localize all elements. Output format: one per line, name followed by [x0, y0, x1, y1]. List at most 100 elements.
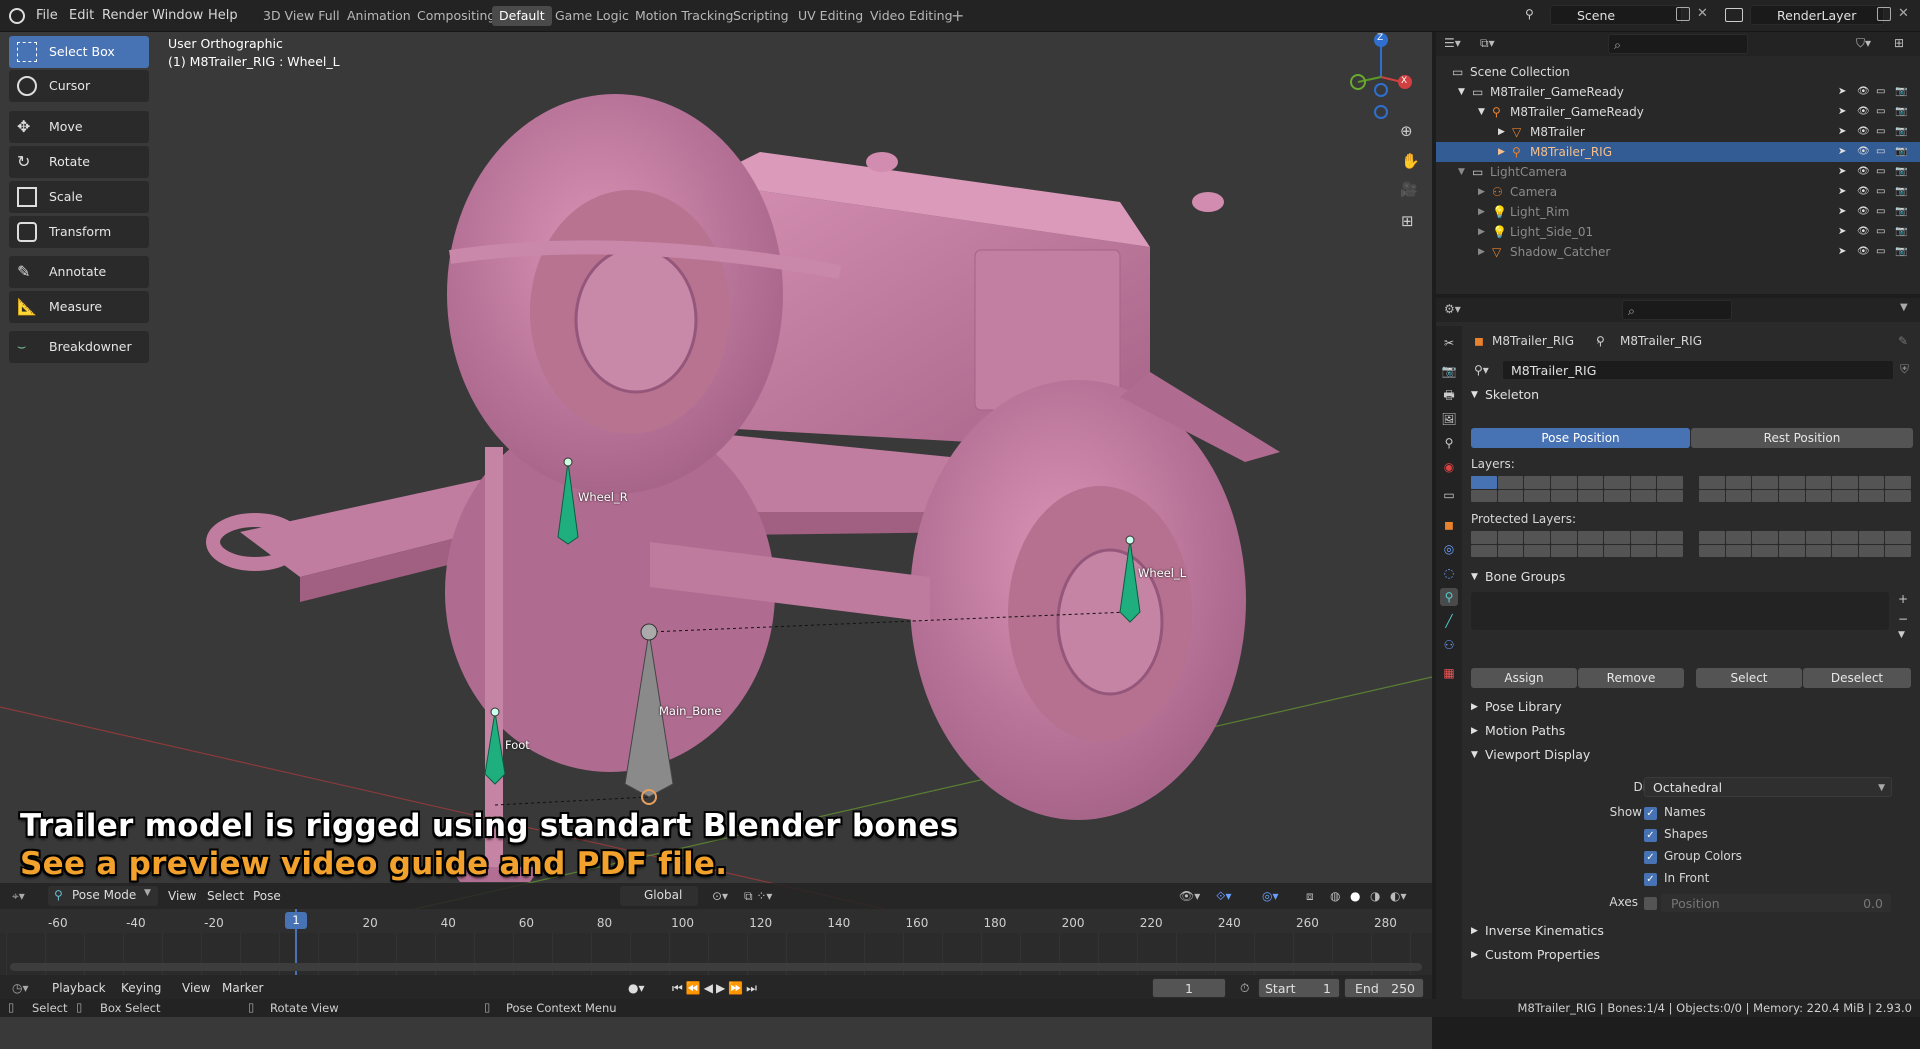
preview-range-icon[interactable]: ⏱	[1236, 978, 1253, 998]
view-layer-icon[interactable]	[1725, 8, 1743, 22]
selectable-icon[interactable]: ➤	[1838, 185, 1850, 198]
outliner-item-name[interactable]: LightCamera	[1490, 162, 1567, 182]
tab-video-editing[interactable]: Video Editing	[863, 6, 960, 26]
tool-measure[interactable]: 📐 Measure	[9, 291, 149, 323]
render-icon[interactable]: 📷	[1895, 105, 1907, 118]
bone-groups-panel-header[interactable]: ▼ Bone Groups	[1467, 566, 1913, 588]
scene-tab-icon[interactable]: ⚲	[1440, 434, 1458, 452]
output-tab-icon[interactable]: 🖶	[1440, 386, 1458, 404]
render-icon[interactable]: 📷	[1895, 165, 1907, 178]
playback-controls-icon[interactable]: ⏮⏪◀▶⏩⏭	[668, 978, 764, 998]
tab-3d-view-full[interactable]: 3D View Full	[256, 6, 347, 26]
group-colors-checkbox[interactable]: ✓	[1644, 851, 1657, 864]
playback-menu[interactable]: Playback	[48, 978, 110, 998]
select-button[interactable]: Select	[1696, 668, 1802, 688]
fake-user-shield-icon[interactable]: ⛨	[1900, 362, 1909, 377]
expand-arrow-icon[interactable]: ▼	[1458, 162, 1465, 182]
expand-arrow-icon[interactable]: ▶	[1498, 142, 1505, 162]
inverse-kinematics-panel-header[interactable]: ▶ Inverse Kinematics	[1467, 920, 1913, 942]
scene-field[interactable]: Scene	[1550, 5, 1682, 25]
eye-icon[interactable]: 👁	[1857, 225, 1870, 238]
pivot-icon[interactable]: ⊙▾	[708, 886, 732, 906]
render-icon[interactable]: 📷	[1895, 85, 1907, 98]
selectable-icon[interactable]: ➤	[1838, 205, 1850, 218]
tool-transform[interactable]: Transform	[9, 216, 149, 248]
record-icon[interactable]: ●▾	[624, 978, 649, 998]
render-icon[interactable]: 📷	[1895, 185, 1907, 198]
new-scene-icon[interactable]	[1676, 7, 1690, 21]
selectable-icon[interactable]: ➤	[1838, 125, 1850, 138]
view-layer-field[interactable]: RenderLayer	[1750, 5, 1884, 25]
xray-icon[interactable]: ⧈	[1302, 886, 1318, 906]
new-view-layer-icon[interactable]	[1877, 7, 1891, 21]
shading-solid-icon[interactable]: ●	[1346, 886, 1364, 906]
select-menu[interactable]: Select	[203, 886, 248, 906]
tab-compositing[interactable]: Compositing	[410, 6, 502, 26]
shapes-checkbox[interactable]: ✓	[1644, 829, 1657, 842]
remove-scene-icon[interactable]: ✕	[1697, 6, 1708, 21]
blender-logo-icon[interactable]	[9, 8, 25, 24]
eye-icon[interactable]: 👁	[1857, 125, 1870, 138]
expand-arrow-icon[interactable]: ▶	[1478, 202, 1485, 222]
timeline-view-menu[interactable]: View	[178, 978, 214, 998]
tool-rotate[interactable]: ↻ Rotate	[9, 146, 149, 178]
motion-paths-panel-header[interactable]: ▶ Motion Paths	[1467, 720, 1913, 742]
remove-bone-group-icon[interactable]: −	[1898, 612, 1908, 626]
tool-tab-icon[interactable]: ✂	[1440, 334, 1458, 352]
assign-button[interactable]: Assign	[1471, 668, 1577, 688]
custom-properties-panel-header[interactable]: ▶ Custom Properties	[1467, 944, 1913, 966]
current-frame-badge[interactable]: 1	[285, 912, 307, 929]
viewport-display-panel-header[interactable]: ▼ Viewport Display	[1467, 744, 1913, 766]
pin-icon[interactable]: ✎	[1898, 334, 1908, 348]
tool-move[interactable]: ✥ Move	[9, 111, 149, 143]
layers-grid-2[interactable]	[1699, 476, 1911, 502]
object-tab-icon[interactable]: ◼	[1440, 516, 1458, 534]
viewport-disable-icon[interactable]: ▭	[1876, 165, 1888, 178]
protected-layers-grid-2[interactable]	[1699, 531, 1911, 557]
outliner-row[interactable]: ▶ 💡 Light_Rim ➤ 👁 ▭ 📷	[1436, 202, 1920, 222]
outliner-row[interactable]: ▶ ▽ Shadow_Catcher ➤ 👁 ▭ 📷	[1436, 242, 1920, 262]
viewport-disable-icon[interactable]: ▭	[1876, 185, 1888, 198]
mode-dropdown[interactable]: ⚲ Pose Mode ▼	[48, 886, 158, 906]
eye-icon[interactable]: 👁	[1857, 205, 1870, 218]
menu-window[interactable]: Window	[146, 6, 209, 26]
expand-arrow-icon[interactable]: ▼	[1458, 82, 1465, 102]
render-icon[interactable]: 📷	[1895, 145, 1907, 158]
tab-uv-editing[interactable]: UV Editing	[791, 6, 870, 26]
protected-layers-grid-1[interactable]	[1471, 531, 1683, 557]
eye-icon[interactable]: 👁	[1857, 85, 1870, 98]
pose-position-button[interactable]: Pose Position	[1471, 428, 1690, 448]
add-bone-group-icon[interactable]: +	[1898, 592, 1908, 606]
view-layer-tab-icon[interactable]: 🖼	[1440, 410, 1458, 428]
eye-icon[interactable]: 👁	[1857, 245, 1870, 258]
viewport-disable-icon[interactable]: ▭	[1876, 85, 1888, 98]
render-icon[interactable]: 📷	[1895, 125, 1907, 138]
rest-position-button[interactable]: Rest Position	[1691, 428, 1913, 448]
expand-arrow-icon[interactable]: ▶	[1498, 122, 1505, 142]
viewport-disable-icon[interactable]: ▭	[1876, 245, 1888, 258]
pose-library-panel-header[interactable]: ▶ Pose Library	[1467, 696, 1913, 718]
outliner-item-name[interactable]: Shadow_Catcher	[1510, 242, 1610, 262]
in-front-checkbox[interactable]: ✓	[1644, 873, 1657, 886]
outliner-editor-icon[interactable]: ☰▾	[1444, 36, 1461, 50]
selectable-icon[interactable]: ➤	[1838, 85, 1850, 98]
overlay-toggle-icon[interactable]: ◎▾	[1258, 886, 1283, 906]
armature-data-tab-icon[interactable]: ⚲	[1440, 588, 1458, 606]
properties-search-input[interactable]: ⌕	[1622, 300, 1732, 320]
tab-animation[interactable]: Animation	[340, 6, 418, 26]
timeline-scrollbar[interactable]	[10, 963, 1422, 971]
outliner-item-name[interactable]: Camera	[1510, 182, 1557, 202]
remove-button[interactable]: Remove	[1578, 668, 1684, 688]
tool-annotate[interactable]: ✎ Annotate	[9, 256, 149, 288]
keying-menu[interactable]: Keying	[117, 978, 165, 998]
collection-tab-icon[interactable]: ▭	[1440, 486, 1458, 504]
scene-icon[interactable]: ⚲	[1525, 7, 1543, 23]
tool-breakdowner[interactable]: ⌣ Breakdowner	[9, 331, 149, 363]
orientation-dropdown[interactable]: Global	[620, 886, 698, 906]
names-checkbox[interactable]: ✓	[1644, 807, 1657, 820]
outliner-item-name[interactable]: M8Trailer_RIG	[1530, 142, 1612, 162]
outliner-item-name[interactable]: M8Trailer_GameReady	[1490, 82, 1624, 102]
bone-groups-list[interactable]	[1471, 592, 1889, 630]
outliner-row[interactable]: ▶ ⚲ M8Trailer_RIG ➤ 👁 ▭ 📷	[1436, 142, 1920, 162]
end-frame-field[interactable]: End 250	[1344, 978, 1424, 998]
